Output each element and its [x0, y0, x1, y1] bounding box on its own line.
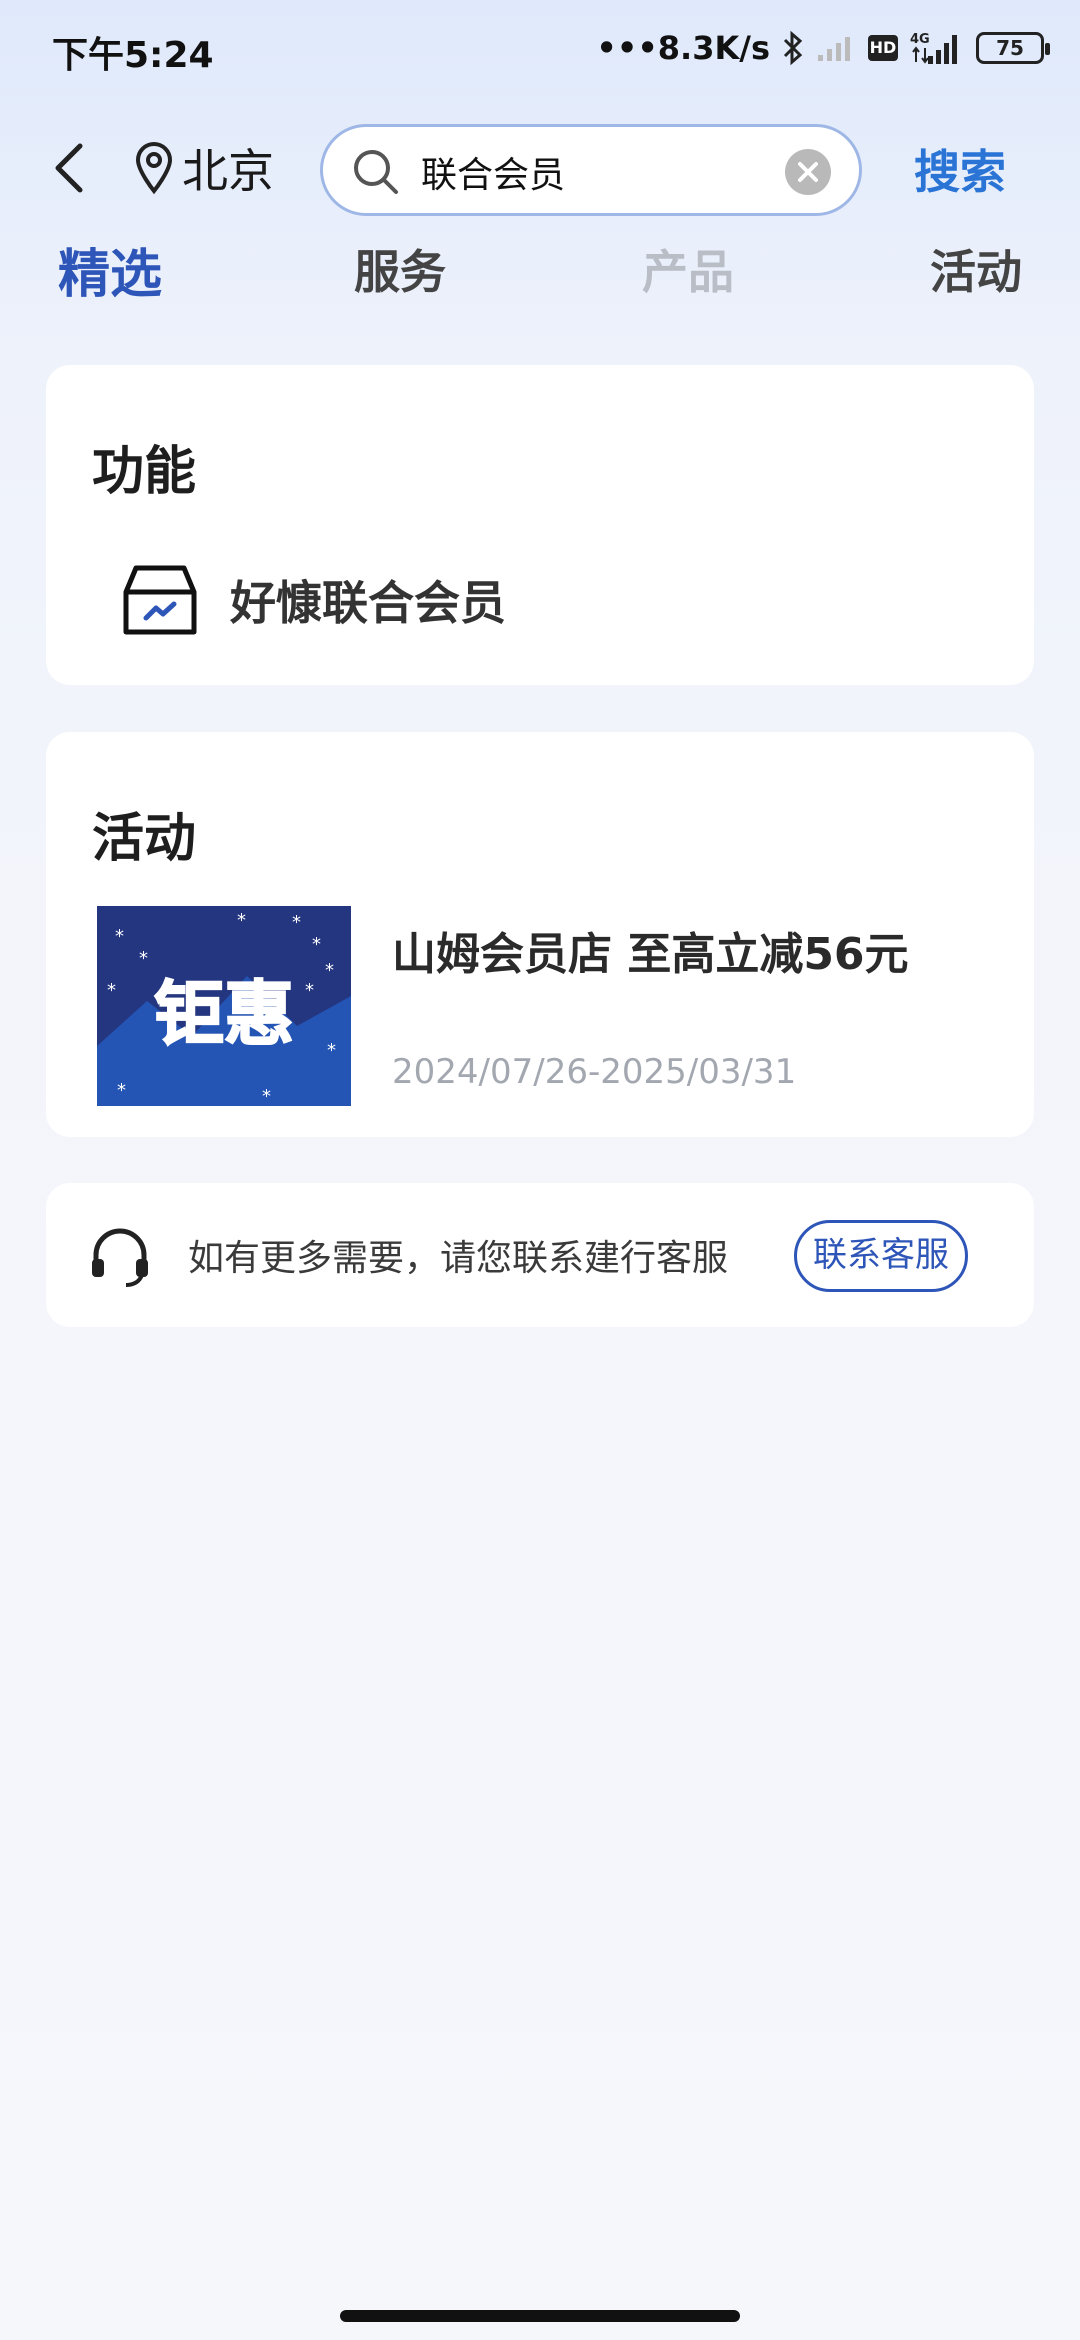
promo-graphic: ** * *** * ** ** 钜惠 [97, 906, 351, 1106]
box-chart-icon [123, 565, 197, 635]
svg-text:*: * [312, 934, 321, 955]
customer-service-card: 如有更多需要，请您联系建行客服 联系客服 [46, 1183, 1034, 1327]
hd-icon: HD [868, 35, 898, 61]
activity-card: 活动 * * * * * * * * * * * 钜惠 山姆会员店 至高立减56元 2024/… [46, 732, 1034, 1137]
svg-text:*: * [327, 1040, 336, 1061]
activity-section-title: 活动 [92, 809, 197, 869]
tab-products: 产品 [642, 245, 734, 299]
help-text: 如有更多需要，请您联系建行客服 [188, 1238, 729, 1279]
battery-icon: 75 [976, 32, 1050, 64]
search-button[interactable]: 搜索 [914, 136, 1006, 202]
category-tabs: 精选 服务 产品 活动 [0, 236, 1080, 306]
svg-text:*: * [237, 910, 246, 931]
svg-text:*: * [139, 948, 148, 969]
clear-icon[interactable] [785, 149, 831, 195]
search-header: 北京 搜索 [0, 118, 1080, 218]
svg-text:*: * [107, 980, 116, 1001]
status-time: 下午5:24 [52, 35, 214, 76]
location-selector[interactable]: 北京 [134, 138, 274, 198]
svg-text:*: * [117, 1080, 126, 1101]
activity-date-range: 2024/07/26-2025/03/31 [392, 1052, 797, 1092]
promo-image[interactable]: * * * * * * * * * * * 钜惠 [97, 906, 351, 1106]
signal-4g-icon: 4G [910, 32, 957, 64]
svg-text:*: * [305, 980, 314, 1001]
function-card: 功能 好慷联合会员 [46, 365, 1034, 685]
function-section-title: 功能 [92, 442, 197, 502]
status-icons: •••8.3K/s HD 4G 75 [596, 26, 1050, 70]
tab-services[interactable]: 服务 [354, 236, 446, 302]
svg-text:*: * [262, 1086, 271, 1106]
contact-service-button[interactable]: 联系客服 [794, 1220, 968, 1292]
location-label: 北京 [182, 144, 274, 198]
bluetooth-icon [783, 30, 803, 66]
svg-text:*: * [292, 912, 301, 933]
function-item-label: 好慷联合会员 [230, 576, 506, 630]
headset-icon [92, 1228, 148, 1287]
status-bar: 下午5:24 •••8.3K/s HD 4G 75 [0, 0, 1080, 96]
network-speed-value: 8.3K/s [657, 29, 770, 67]
search-box[interactable] [320, 124, 862, 216]
tab-featured[interactable]: 精选 [58, 232, 162, 307]
back-icon[interactable] [44, 140, 100, 196]
activity-title[interactable]: 山姆会员店 至高立减56元 [392, 918, 909, 982]
network-speed: •••8.3K/s [596, 29, 770, 67]
search-icon [354, 150, 398, 194]
function-item[interactable]: 好慷联合会员 [120, 555, 506, 645]
svg-text:4G: 4G [910, 32, 930, 47]
signal-weak-icon [818, 37, 850, 61]
tab-activities[interactable]: 活动 [930, 236, 1022, 302]
svg-text:*: * [115, 926, 124, 947]
location-pin-icon [135, 142, 173, 195]
svg-text:*: * [325, 960, 334, 981]
search-input[interactable] [421, 147, 781, 197]
promo-image-text: 钜惠 [154, 973, 294, 1055]
home-indicator[interactable] [340, 2310, 740, 2322]
